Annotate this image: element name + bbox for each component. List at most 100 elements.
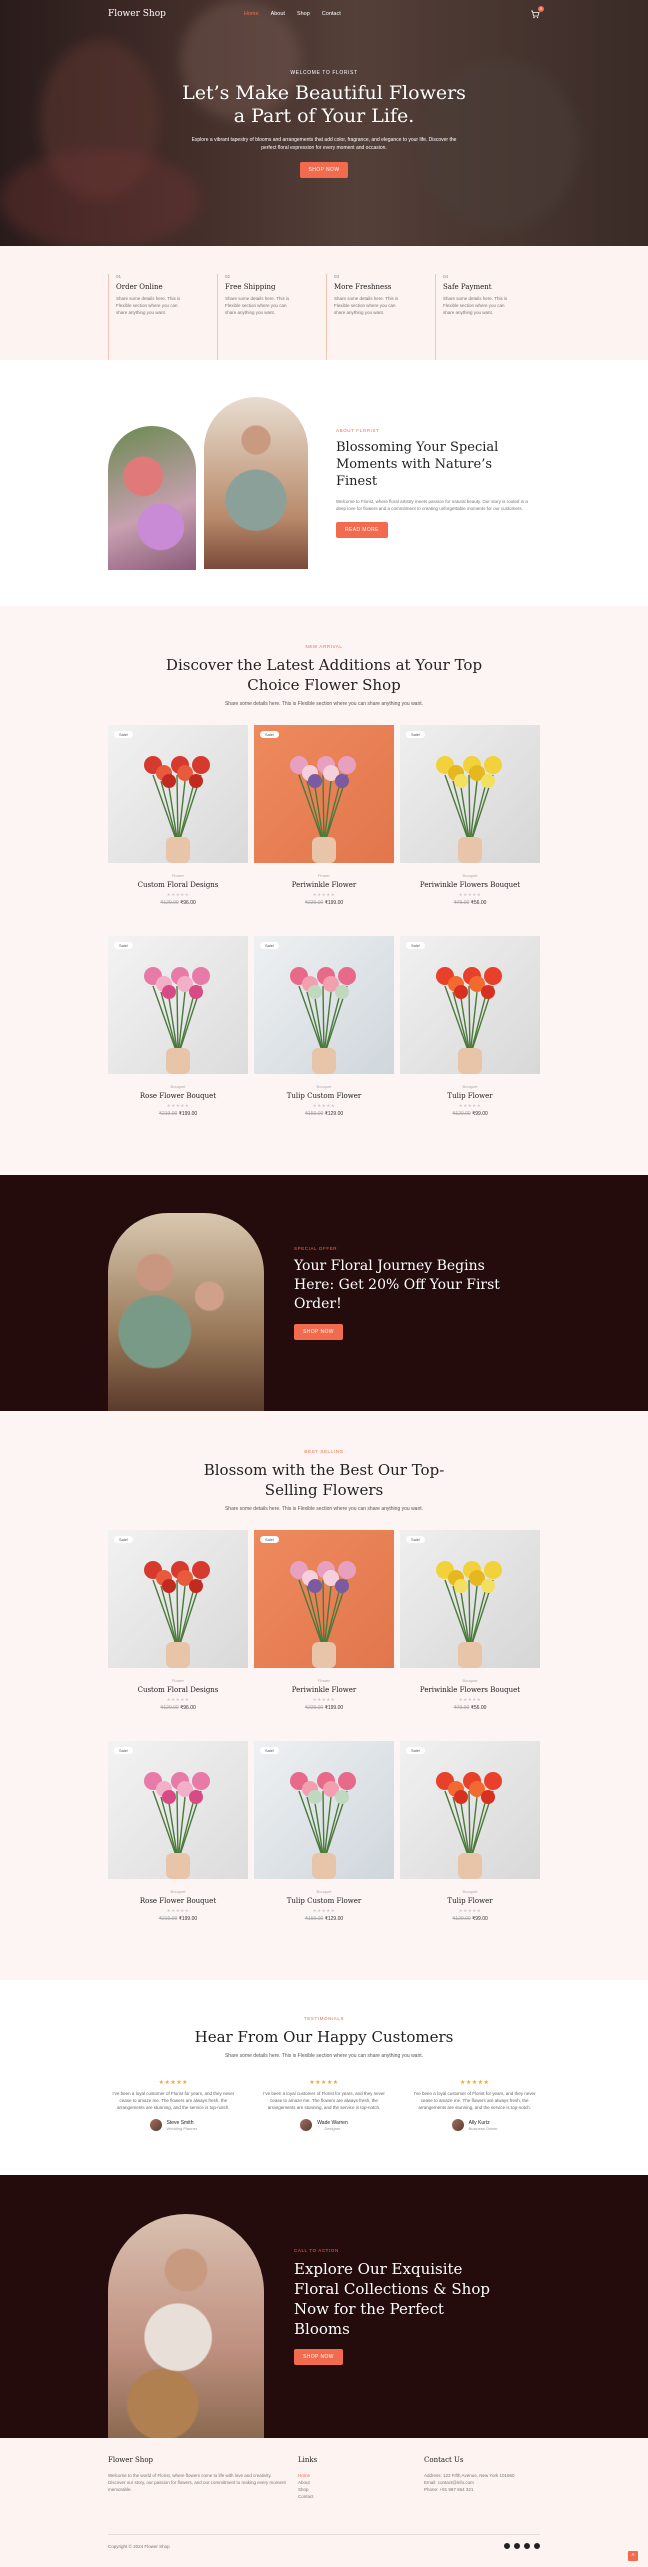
hero-content: WELCOME TO FLORIST Let’s Make Beautiful … [0, 70, 648, 178]
product-category[interactable]: Bouquet [254, 1889, 394, 1894]
product-name[interactable]: Rose Flower Bouquet [108, 1092, 248, 1100]
bouquet-illustration [290, 756, 356, 863]
footer-link-contact[interactable]: Contact [298, 2493, 424, 2500]
product-card[interactable]: Sale! Bouquet Tulip Flower ★★★★★ ₹129.00 ₹99… [400, 1741, 540, 1946]
product-name[interactable]: Tulip Flower [400, 1897, 540, 1905]
product-card[interactable]: Sale! Bouquet Tulip Flower ★★★★★ ₹129.00 ₹99… [400, 936, 540, 1141]
product-name[interactable]: Custom Floral Designs [108, 1686, 248, 1694]
feature-text: Share some details here. This is Flexibl… [116, 296, 181, 315]
product-price: ₹159.00 ₹129.00 [254, 1916, 394, 1922]
product-category[interactable]: Bouquet [108, 1084, 248, 1089]
product-image[interactable]: Sale! [400, 1741, 540, 1879]
product-price: ₹129.00 ₹96.00 [108, 900, 248, 906]
cart-icon[interactable]: 0 [530, 6, 544, 19]
product-name[interactable]: Periwinkle Flowers Bouquet [400, 1686, 540, 1694]
feature-number: 04 [443, 274, 449, 279]
product-image[interactable]: Sale! [108, 1741, 248, 1879]
product-category[interactable]: Flower [254, 1678, 394, 1683]
product-image[interactable]: Sale! [254, 936, 394, 1074]
footer-link-shop[interactable]: Shop [298, 2486, 424, 2493]
old-price: ₹159.00 [304, 1111, 324, 1117]
social-links [504, 2543, 540, 2549]
offer-shop-now-button[interactable]: SHOP NOW [294, 1324, 343, 1340]
product-card[interactable]: Sale! Bouquet Rose Flower Bouquet ★★★★★ ₹219… [108, 936, 248, 1141]
product-image[interactable]: Sale! [254, 1741, 394, 1879]
cta-shop-now-button[interactable]: SHOP NOW [294, 2349, 343, 2365]
nav-item-home[interactable]: Home [244, 11, 259, 17]
product-name[interactable]: Rose Flower Bouquet [108, 1897, 248, 1905]
product-image[interactable]: Sale! [254, 1530, 394, 1668]
product-category[interactable]: Flower [108, 1678, 248, 1683]
nav-item-shop[interactable]: Shop [297, 11, 310, 17]
product-image[interactable]: Sale! [108, 725, 248, 863]
product-name[interactable]: Periwinkle Flower [254, 881, 394, 889]
about-section: ABOUT FLORIST Blossoming Your Special Mo… [0, 360, 648, 606]
product-category[interactable]: Flower [254, 873, 394, 878]
product-image[interactable]: Sale! [108, 936, 248, 1074]
product-price: ₹219.00 ₹199.00 [108, 1916, 248, 1922]
product-category[interactable]: Bouquet [254, 1084, 394, 1089]
product-category[interactable]: Bouquet [400, 1084, 540, 1089]
product-card[interactable]: Sale! Flower Custom Floral Designs ★★★★★ ₹12… [108, 725, 248, 930]
nav-item-contact[interactable]: Contact [322, 11, 341, 17]
product-card[interactable]: Sale! Bouquet Periwinkle Flowers Bouquet ★★… [400, 725, 540, 930]
footer-contact: Contact Us Address: 123 Fifth Avenue, Ne… [424, 2456, 524, 2500]
rating-stars-icon: ★★★★★ [158, 2080, 189, 2086]
product-card[interactable]: Sale! Bouquet Periwinkle Flowers Bouquet ★★… [400, 1530, 540, 1735]
site-logo[interactable]: Flower Shop [108, 9, 166, 19]
product-grid: Sale! Flower Custom Floral Designs ★★★★★ ₹12… [108, 1530, 540, 1946]
best-selling-text: Share some details here. This is Flexibl… [224, 1506, 424, 1512]
product-card[interactable]: Sale! Flower Periwinkle Flower ★★★★★ ₹229.00… [254, 725, 394, 930]
product-category[interactable]: Bouquet [400, 1678, 540, 1683]
product-card[interactable]: Sale! Bouquet Rose Flower Bouquet ★★★★★ ₹219… [108, 1741, 248, 1946]
product-card[interactable]: Sale! Flower Periwinkle Flower ★★★★★ ₹229.00… [254, 1530, 394, 1735]
product-category[interactable]: Bouquet [108, 1889, 248, 1894]
offer-text-block: SPECIAL OFFER Your Floral Journey Begins… [294, 1246, 514, 1340]
product-card[interactable]: Sale! Flower Custom Floral Designs ★★★★★ ₹12… [108, 1530, 248, 1735]
nav-item-about[interactable]: About [271, 11, 285, 17]
about-tag: ABOUT FLORIST [336, 428, 380, 433]
product-name[interactable]: Tulip Flower [400, 1092, 540, 1100]
product-image[interactable]: Sale! [400, 1530, 540, 1668]
bouquet-illustration [436, 1772, 502, 1879]
twitter-icon[interactable] [514, 2543, 520, 2549]
product-image[interactable]: Sale! [254, 725, 394, 863]
product-card[interactable]: Sale! Bouquet Tulip Custom Flower ★★★★★ ₹159… [254, 936, 394, 1141]
product-name[interactable]: Tulip Custom Flower [254, 1092, 394, 1100]
rating-stars-icon: ★★★★★ [312, 1697, 336, 1702]
product-card[interactable]: Sale! Bouquet Tulip Custom Flower ★★★★★ ₹159… [254, 1741, 394, 1946]
top-nav: Flower Shop Home About Shop Contact 0 [0, 0, 648, 28]
product-price: ₹229.00 ₹199.00 [254, 900, 394, 906]
product-name[interactable]: Periwinkle Flowers Bouquet [400, 881, 540, 889]
old-price: ₹129.00 [160, 900, 179, 906]
facebook-icon[interactable] [504, 2543, 510, 2549]
product-category[interactable]: Flower [108, 873, 248, 878]
instagram-icon[interactable] [524, 2543, 530, 2549]
sale-price: ₹129.00 [324, 1916, 344, 1922]
testimonial-quote: I’ve been a loyal customer of Florist fo… [263, 2091, 385, 2110]
product-price: ₹229.00 ₹199.00 [254, 1705, 394, 1711]
bouquet-illustration [290, 1561, 356, 1668]
hero-shop-now-button[interactable]: SHOP NOW [299, 162, 349, 178]
bouquet-illustration [144, 1561, 210, 1668]
feature-item: 03 More Freshness Share some details her… [326, 274, 431, 360]
product-image[interactable]: Sale! [400, 725, 540, 863]
product-image[interactable]: Sale! [400, 936, 540, 1074]
product-image[interactable]: Sale! [108, 1530, 248, 1668]
testimonial-list: ★★★★★ I’ve been a loyal customer of Flor… [108, 2079, 540, 2131]
cta-text-block: CALL TO ACTION Explore Our Exquisite Flo… [294, 2248, 504, 2365]
product-category[interactable]: Bouquet [400, 873, 540, 878]
footer-link-about[interactable]: About [298, 2479, 424, 2486]
new-arrivals-section: NEW ARRIVAL Discover the Latest Addition… [0, 606, 648, 1175]
footer-link-home[interactable]: Home [298, 2472, 424, 2479]
rating-stars-icon: ★★★★★ [312, 1908, 336, 1913]
read-more-button[interactable]: READ MORE [336, 522, 388, 538]
product-name[interactable]: Periwinkle Flower [254, 1686, 394, 1694]
product-name[interactable]: Tulip Custom Flower [254, 1897, 394, 1905]
youtube-icon[interactable] [534, 2543, 540, 2549]
footer-address: Address: 123 Fifth Avenue, New York 1016… [424, 2473, 515, 2478]
rating-stars-icon: ★★★★★ [312, 1103, 336, 1108]
product-name[interactable]: Custom Floral Designs [108, 881, 248, 889]
testimonial-card: ★★★★★ I’ve been a loyal customer of Flor… [259, 2079, 390, 2131]
product-category[interactable]: Bouquet [400, 1889, 540, 1894]
